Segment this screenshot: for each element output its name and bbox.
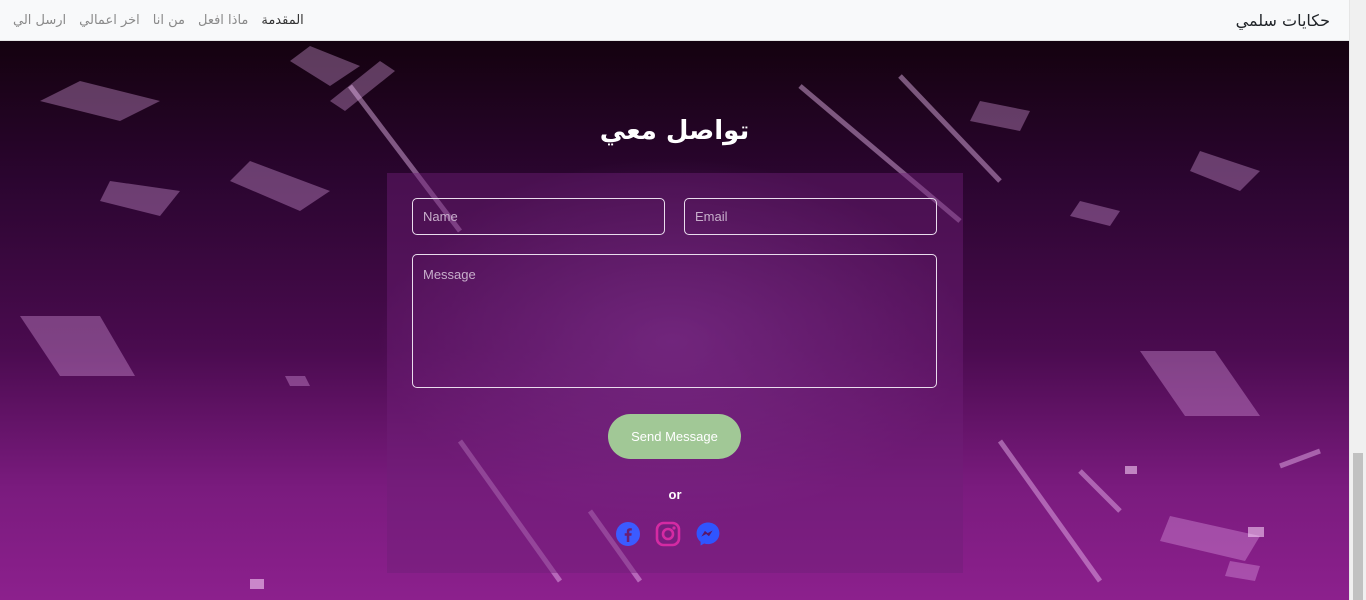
scrollbar-thumb[interactable] xyxy=(1353,453,1363,600)
brand-logo[interactable]: حكايات سلمي xyxy=(1236,11,1330,30)
nav-link-latest-work[interactable]: اخر اعمالي xyxy=(79,13,140,28)
instagram-icon[interactable] xyxy=(655,521,681,547)
page-scrollbar[interactable] xyxy=(1349,0,1366,600)
message-textarea[interactable] xyxy=(412,254,937,388)
facebook-icon[interactable] xyxy=(615,521,641,547)
nav-link-intro[interactable]: المقدمة xyxy=(261,13,303,28)
send-message-button[interactable]: Send Message xyxy=(608,414,741,459)
contact-title: تواصل معي xyxy=(599,116,750,146)
messenger-icon[interactable] xyxy=(695,521,721,547)
nav-links: ارسل الي اخر اعمالي من انا ماذا افعل الم… xyxy=(13,13,304,28)
nav-link-send[interactable]: ارسل الي xyxy=(13,13,66,28)
contact-form-panel: Send Message or xyxy=(387,173,963,573)
or-separator: or xyxy=(668,487,682,502)
nav-link-about[interactable]: من انا xyxy=(153,13,185,28)
email-input[interactable] xyxy=(684,198,937,235)
social-links xyxy=(615,521,721,547)
name-input[interactable] xyxy=(412,198,665,235)
navbar: ارسل الي اخر اعمالي من انا ماذا افعل الم… xyxy=(0,0,1349,41)
nav-link-services[interactable]: ماذا افعل xyxy=(198,13,248,28)
